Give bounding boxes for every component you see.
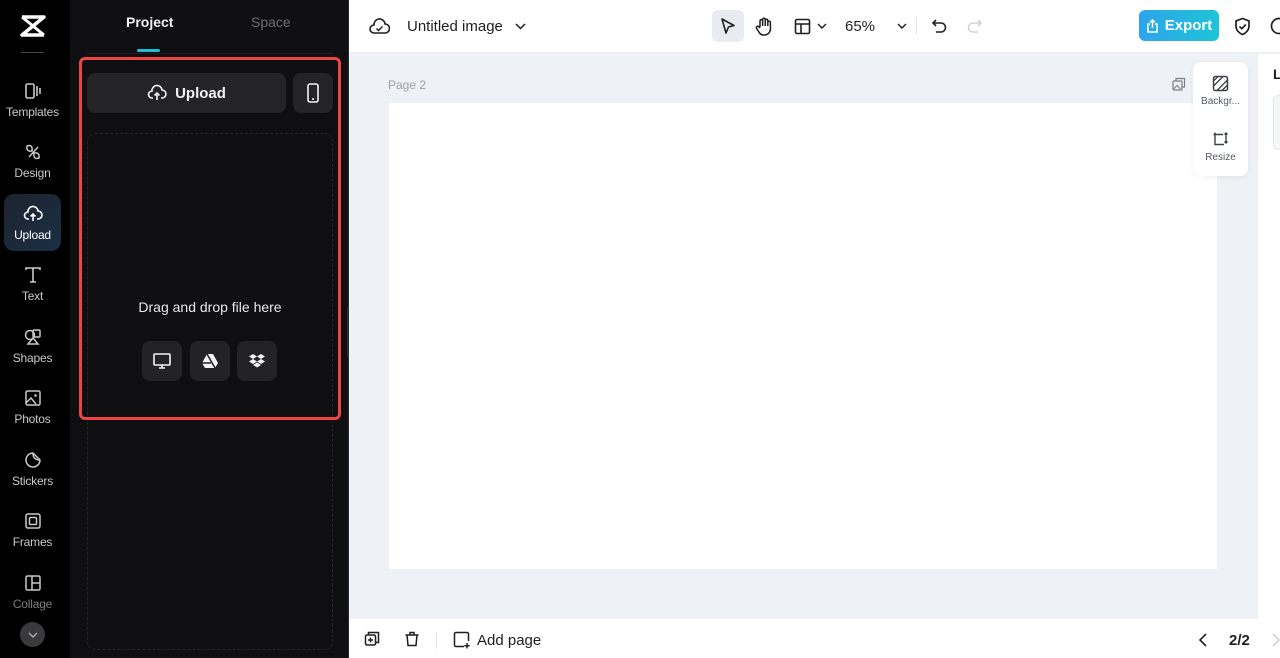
share-icon (1146, 18, 1158, 33)
hand-tool[interactable] (749, 10, 779, 42)
rail-item-label: Stickers (11, 473, 54, 488)
rail-item-stickers[interactable]: Stickers (4, 440, 61, 497)
cloud-saved-icon (369, 17, 390, 34)
collage-icon (24, 574, 41, 591)
capcut-logo-icon[interactable] (19, 13, 47, 39)
shield-check-icon (1234, 17, 1250, 35)
layout-menu[interactable] (791, 10, 829, 42)
page-label: Page 2 (388, 78, 427, 92)
previous-page-button[interactable] (1199, 633, 1207, 647)
duplicate-page-button[interactable] (1172, 77, 1186, 91)
add-page-icon (453, 631, 470, 649)
resize-button[interactable]: Resize (1193, 131, 1248, 163)
rail-item-collage[interactable]: Collage (4, 563, 61, 620)
tab-space[interactable]: Space (251, 14, 291, 30)
design-page[interactable] (389, 103, 1217, 569)
text-icon (24, 266, 41, 283)
add-page-button[interactable]: Add page (453, 631, 541, 649)
resize-label: Resize (1205, 152, 1236, 163)
rail-item-design[interactable]: Design (4, 132, 61, 189)
background-icon (1212, 75, 1229, 92)
shapes-icon (24, 328, 41, 345)
shield-button[interactable] (1230, 10, 1254, 42)
document-title-menu[interactable]: Untitled image (369, 13, 526, 39)
copy-image-icon (1172, 77, 1186, 91)
chevron-down-icon (515, 22, 526, 30)
top-bar: Untitled image 65% Export (349, 0, 1280, 53)
help-icon (1270, 17, 1280, 35)
rail-item-label: Shapes (12, 350, 53, 365)
export-button[interactable]: Export (1139, 10, 1219, 41)
rail-item-label: Text (21, 288, 44, 303)
bottom-bar: Add page 2/2 (349, 619, 1280, 658)
export-label: Export (1164, 17, 1213, 34)
chevron-down-icon (897, 23, 907, 29)
hand-icon (755, 17, 772, 36)
highlight-box (79, 57, 341, 420)
pointer-icon (721, 18, 735, 34)
background-button[interactable]: Backgr... (1193, 75, 1248, 107)
active-tab-indicator (137, 49, 160, 52)
tab-project[interactable]: Project (126, 14, 173, 30)
rail-item-shapes[interactable]: Shapes (4, 317, 61, 374)
rail-item-label: Frames (12, 534, 53, 549)
stickers-icon (24, 451, 41, 468)
rail-divider (21, 52, 44, 53)
rail-item-label: Templates (6, 104, 59, 119)
chevron-right-icon (1272, 633, 1280, 647)
upload-cloud-icon (23, 205, 43, 221)
rail-item-label: Collage (12, 596, 53, 611)
resize-icon (1213, 132, 1228, 146)
panel-tabs: Project Space (70, 0, 349, 54)
page-counter: 2/2 (1229, 632, 1250, 649)
bottom-divider (436, 632, 437, 649)
chevron-down-icon (817, 23, 826, 29)
right-panel-heading: L (1273, 66, 1280, 82)
templates-icon (24, 82, 41, 99)
zoom-level: 65% (845, 17, 876, 35)
undo-button[interactable] (927, 10, 951, 42)
add-page-label: Add page (477, 631, 542, 649)
document-title: Untitled image (407, 17, 503, 35)
rail-item-text[interactable]: Text (4, 255, 61, 312)
rail-more-button[interactable] (20, 622, 45, 647)
page-quick-actions: Backgr... Resize (1193, 62, 1248, 176)
design-icon (25, 144, 40, 159)
toolbar-divider (916, 17, 917, 34)
redo-icon (967, 19, 983, 33)
duplicate-page-button[interactable] (364, 631, 380, 647)
help-button[interactable] (1270, 10, 1280, 42)
photos-icon (24, 389, 41, 406)
trash-icon (405, 631, 419, 647)
left-rail: Templates Design Upload Text Shapes Phot… (0, 0, 70, 658)
chevron-down-icon (28, 632, 37, 638)
redo-button[interactable] (963, 10, 987, 42)
frames-icon (24, 512, 41, 529)
canvas-area: Page 2 (349, 54, 1257, 619)
rail-item-label: Design (14, 165, 51, 180)
rail-item-frames[interactable]: Frames (4, 501, 61, 558)
undo-icon (931, 19, 947, 33)
next-page-button[interactable] (1272, 633, 1280, 647)
right-panel: L (1257, 54, 1280, 619)
select-tool[interactable] (712, 10, 744, 42)
delete-page-button[interactable] (404, 631, 420, 647)
layout-icon (794, 18, 810, 34)
duplicate-icon (364, 631, 380, 646)
rail-item-photos[interactable]: Photos (4, 378, 61, 435)
rail-item-templates[interactable]: Templates (4, 71, 61, 128)
background-label: Backgr... (1201, 96, 1240, 107)
rail-item-label: Photos (14, 411, 51, 426)
rail-item-upload[interactable]: Upload (4, 194, 61, 251)
rail-item-label: Upload (14, 227, 51, 242)
zoom-dropdown[interactable]: 65% (845, 10, 907, 42)
right-panel-card[interactable] (1273, 95, 1280, 150)
chevron-left-icon (1199, 633, 1207, 647)
tabs-divider (87, 53, 333, 54)
